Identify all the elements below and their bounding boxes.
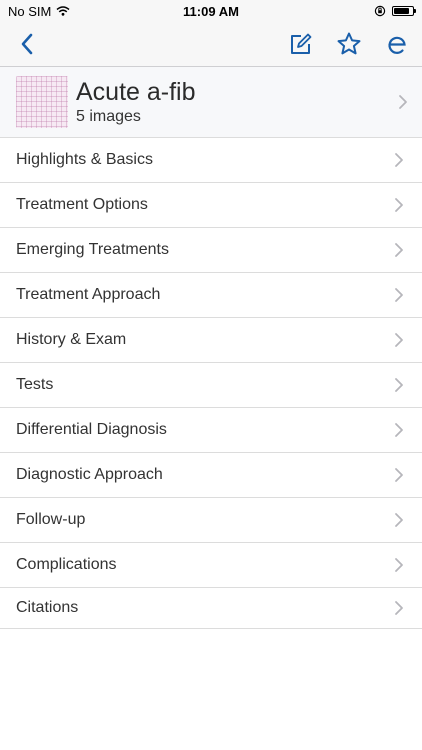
chevron-right-icon <box>395 288 403 302</box>
topic-header-text: Acute a-fib 5 images <box>68 78 398 126</box>
menu-item-history-exam[interactable]: History & Exam <box>0 318 422 363</box>
chevron-right-icon <box>395 601 403 615</box>
ecg-thumbnail-image <box>16 76 68 128</box>
topic-header[interactable]: Acute a-fib 5 images <box>0 67 422 138</box>
menu-item-label: Differential Diagnosis <box>16 421 167 438</box>
status-left: No SIM <box>8 4 70 19</box>
favorite-button[interactable] <box>332 27 366 61</box>
menu-item-label: Follow-up <box>16 511 86 528</box>
menu-item-label: Emerging Treatments <box>16 241 169 258</box>
wifi-icon <box>56 6 70 16</box>
chevron-right-icon <box>399 95 407 109</box>
menu-item-diagnostic-approach[interactable]: Diagnostic Approach <box>0 453 422 498</box>
e-letter-button[interactable] <box>380 27 414 61</box>
chevron-left-icon <box>21 33 33 55</box>
menu-item-emerging-treatments[interactable]: Emerging Treatments <box>0 228 422 273</box>
menu-item-label: Citations <box>16 599 79 616</box>
topic-title: Acute a-fib <box>76 78 196 106</box>
menu-item-complications[interactable]: Complications <box>0 543 422 588</box>
menu-item-label: Highlights & Basics <box>16 151 153 168</box>
edit-note-button[interactable] <box>284 27 318 61</box>
chevron-right-icon <box>395 243 403 257</box>
menu-item-citations[interactable]: Citations <box>0 588 422 629</box>
status-right <box>374 5 416 17</box>
chevron-right-icon <box>395 153 403 167</box>
back-button[interactable] <box>10 27 44 61</box>
star-icon <box>337 32 361 55</box>
menu-item-label: Treatment Options <box>16 196 148 213</box>
menu-item-treatment-approach[interactable]: Treatment Approach <box>0 273 422 318</box>
chevron-right-icon <box>395 378 403 392</box>
chevron-right-icon <box>395 423 403 437</box>
menu-item-label: Tests <box>16 376 54 393</box>
image-count: 5 images <box>76 108 141 125</box>
chevron-right-icon <box>395 198 403 212</box>
menu-item-treatment-options[interactable]: Treatment Options <box>0 183 422 228</box>
menu-item-differential-diagnosis[interactable]: Differential Diagnosis <box>0 408 422 453</box>
menu-item-tests[interactable]: Tests <box>0 363 422 408</box>
menu-item-follow-up[interactable]: Follow-up <box>0 498 422 543</box>
topic-sections-list: Highlights & Basics Treatment Options Em… <box>0 138 422 629</box>
carrier-label: No SIM <box>8 3 52 19</box>
menu-item-label: Complications <box>16 556 117 573</box>
orientation-lock-icon <box>374 5 386 17</box>
battery-icon <box>392 6 416 16</box>
chevron-right-icon <box>395 513 403 527</box>
menu-item-highlights-basics[interactable]: Highlights & Basics <box>0 138 422 183</box>
chevron-right-icon <box>395 558 403 572</box>
menu-item-label: History & Exam <box>16 331 127 348</box>
chevron-right-icon <box>395 468 403 482</box>
menu-item-label: Treatment Approach <box>16 286 161 303</box>
menu-item-label: Diagnostic Approach <box>16 466 163 483</box>
nav-actions <box>284 27 414 61</box>
status-bar: No SIM 11:09 AM <box>0 0 422 22</box>
chevron-right-icon <box>395 333 403 347</box>
edit-note-icon <box>291 33 312 54</box>
navigation-bar <box>0 22 422 67</box>
e-letter-icon <box>388 36 406 54</box>
